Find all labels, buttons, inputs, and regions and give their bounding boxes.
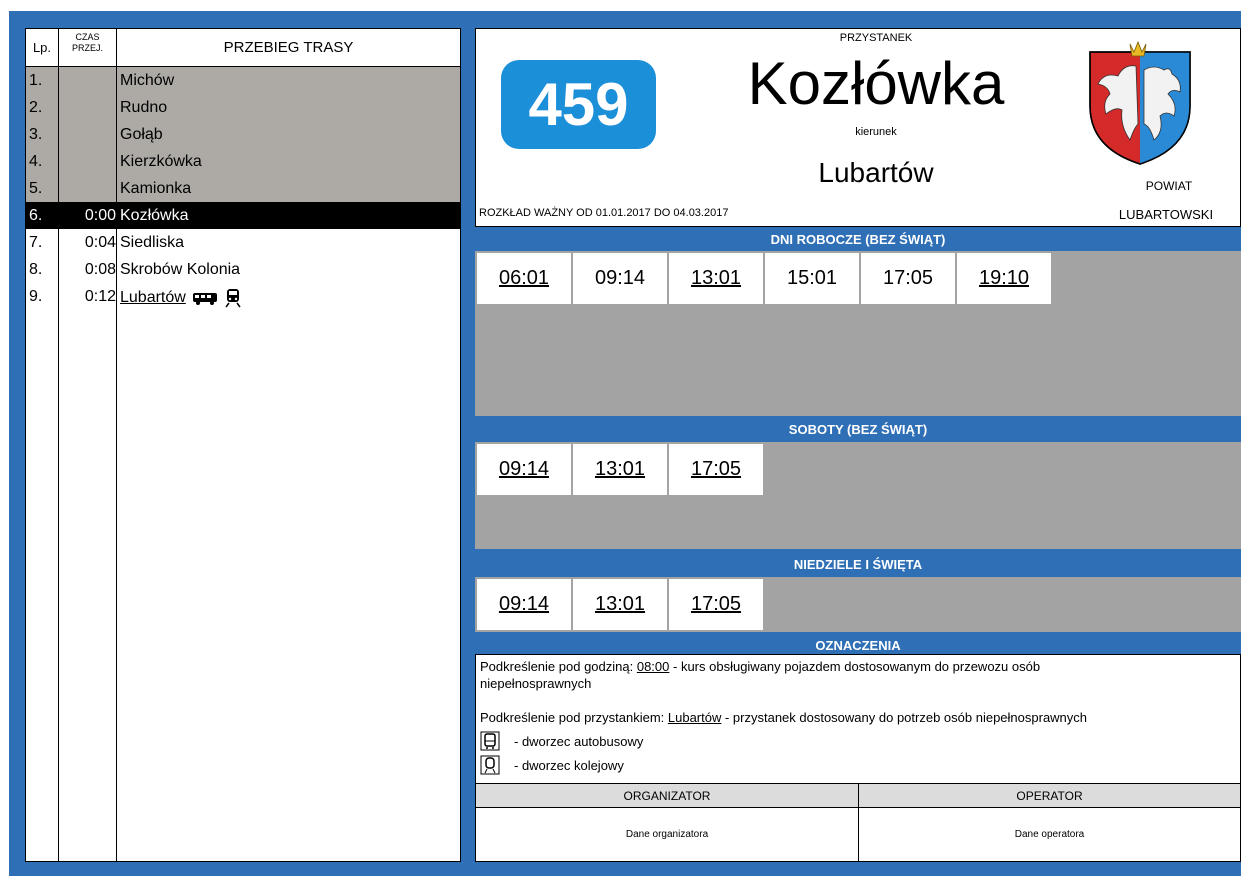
header-travel-time: CZAS PRZEJ.	[71, 32, 103, 53]
county-label: POWIAT	[1145, 179, 1193, 193]
coat-of-arms-icon	[1089, 40, 1191, 165]
sundays-title: NIEDZIELE I ŚWIĘTA	[793, 557, 923, 572]
organizer-label: ORGANIZATOR	[476, 783, 859, 807]
stop-name: Kozłówka	[747, 50, 1005, 117]
legend-train-station: - dworzec kolejowy	[480, 755, 624, 775]
departure-time: 17:05	[861, 253, 955, 304]
route-stop-row: 2. Rudno	[26, 94, 460, 121]
legend-underline-time: Podkreślenie pod godziną: 08:00 - kurs o…	[480, 659, 1041, 691]
route-table-header: Lp. CZAS PRZEJ. PRZEBIEG TRASY	[26, 29, 460, 67]
departure-time: 13:01	[669, 253, 763, 304]
departure-time: 17:05	[669, 444, 763, 495]
weekdays-grid: 06:01 09:14 13:01 15:01 17:05 19:10	[475, 251, 1241, 416]
departure-time: 09:14	[477, 444, 571, 495]
bus-station-icon	[480, 731, 500, 751]
weekdays-title: DNI ROBOCZE (BEZ ŚWIĄT)	[770, 232, 946, 247]
stop-name: Michów	[120, 72, 175, 89]
travel-time: 0:08	[84, 261, 116, 278]
route-stop-row: 3. Gołąb	[26, 121, 460, 148]
stop-name: Rudno	[120, 99, 168, 116]
route-stop-row: 5. Kamionka	[26, 175, 460, 202]
line-number-badge: 459	[501, 60, 656, 149]
travel-time: 0:12	[84, 288, 116, 305]
route-stop-row: 6. 0:00 Kozłówka	[26, 202, 460, 229]
departure-time: 13:01	[573, 444, 667, 495]
timetable-panel: 459 PRZYSTANEK Kozłówka kierunek Lubartó…	[475, 28, 1241, 862]
stop-label: PRZYSTANEK	[839, 32, 913, 44]
header-route: PRZEBIEG TRASY	[223, 39, 354, 56]
stop-number: 9.	[29, 288, 43, 305]
column-divider	[58, 29, 59, 861]
travel-time: 0:04	[84, 234, 116, 251]
stop-name: Lubartów	[120, 288, 242, 308]
direction-name: Lubartów	[818, 157, 934, 188]
departure-time: 15:01	[765, 253, 859, 304]
departure-time: 06:01	[477, 253, 571, 304]
stop-number: 4.	[29, 153, 43, 170]
stop-number: 7.	[29, 234, 43, 251]
bus-station-icon	[192, 293, 217, 305]
route-stop-row: 8. 0:08 Skrobów Kolonia	[26, 256, 460, 283]
stop-number: 3.	[29, 126, 43, 143]
operator-data: Dane operatora	[859, 807, 1240, 861]
legend-title: OZNACZENIA	[815, 638, 901, 653]
operator-label: OPERATOR	[859, 783, 1240, 807]
column-divider	[116, 29, 117, 861]
header-lp: Lp.	[32, 40, 52, 55]
saturdays-grid: 09:14 13:01 17:05	[475, 442, 1241, 549]
county-name: LUBARTOWSKI	[1118, 207, 1214, 222]
departure-time: 19:10	[957, 253, 1051, 304]
departure-time: 17:05	[669, 579, 763, 630]
route-stop-row: 9. 0:12 Lubartów	[26, 283, 460, 310]
organizer-data: Dane organizatora	[476, 807, 859, 861]
stop-number: 6.	[29, 207, 43, 224]
validity-text: ROZKŁAD WAŻNY OD 01.01.2017 DO 04.03.201…	[479, 207, 729, 219]
stop-name: Skrobów Kolonia	[120, 261, 241, 278]
stop-name: Kierzkówka	[120, 153, 202, 170]
legend-bus-station: - dworzec autobusowy	[480, 731, 643, 751]
route-table: Lp. CZAS PRZEJ. PRZEBIEG TRASY 1. Michów 2…	[25, 28, 461, 862]
stop-name: Gołąb	[120, 126, 163, 143]
direction-label: kierunek	[855, 126, 897, 138]
departure-time: 09:14	[477, 579, 571, 630]
legend: Podkreślenie pod godziną: 08:00 - kurs o…	[475, 654, 1241, 862]
departure-time: 13:01	[573, 579, 667, 630]
stop-header: 459 PRZYSTANEK Kozłówka kierunek Lubartó…	[475, 28, 1241, 227]
route-stop-row: 7. 0:04 Siedliska	[26, 229, 460, 256]
stop-number: 1.	[29, 72, 43, 89]
stop-name: Siedliska	[120, 234, 185, 251]
stop-number: 5.	[29, 180, 43, 197]
train-station-icon	[480, 755, 500, 775]
saturdays-title: SOBOTY (BEZ ŚWIĄT)	[788, 422, 928, 437]
travel-time: 0:00	[84, 207, 116, 224]
departure-time: 09:14	[573, 253, 667, 304]
stop-number: 8.	[29, 261, 43, 278]
stop-name: Kozłówka	[120, 207, 189, 224]
stop-name: Kamionka	[120, 180, 192, 197]
train-station-icon	[225, 289, 241, 308]
stop-number: 2.	[29, 99, 43, 116]
route-stop-row: 1. Michów	[26, 67, 460, 94]
legend-underline-stop: Podkreślenie pod przystankiem: Lubartów …	[480, 710, 1088, 725]
sundays-grid: 09:14 13:01 17:05	[475, 577, 1241, 632]
route-stop-row: 4. Kierzkówka	[26, 148, 460, 175]
